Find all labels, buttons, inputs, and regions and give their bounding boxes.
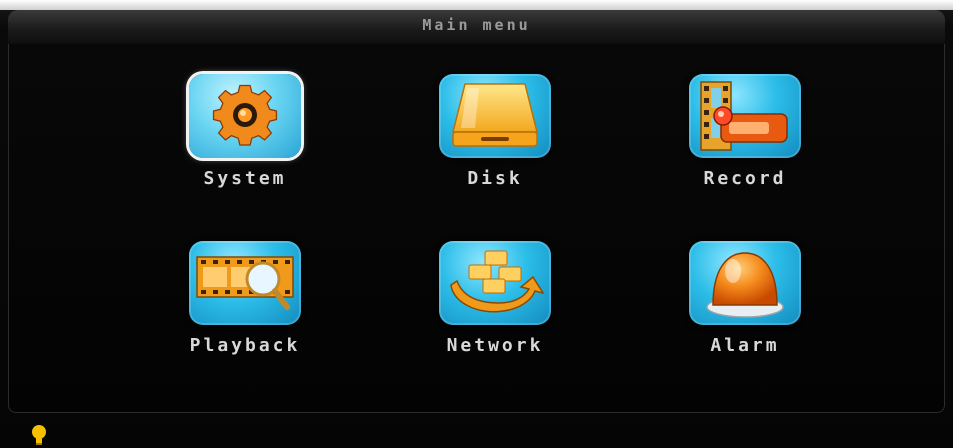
dvr-screen: Main menu System Disk Record Playback Ne… (0, 0, 953, 448)
menu-label-network: Network (446, 335, 544, 356)
window-title: Main menu (422, 16, 531, 34)
menu-label-playback: Playback (189, 335, 301, 356)
screen-bezel (0, 0, 953, 10)
disk-tile[interactable] (439, 74, 551, 158)
menu-item-alarm[interactable]: Alarm (665, 241, 825, 381)
main-menu-panel: System Disk Record Playback Network Alar… (8, 44, 945, 413)
record-tile[interactable] (689, 74, 801, 158)
system-tile[interactable] (189, 74, 301, 158)
menu-label-record: Record (703, 168, 787, 189)
menu-label-alarm: Alarm (710, 335, 780, 356)
disk-icon (452, 83, 538, 147)
menu-item-network[interactable]: Network (415, 241, 575, 381)
menu-label-system: System (203, 168, 287, 189)
menu-item-playback[interactable]: Playback (165, 241, 325, 381)
network-tile[interactable] (439, 241, 551, 325)
gear-icon (212, 84, 278, 146)
network-icon (450, 250, 545, 313)
alarm-icon (706, 252, 784, 318)
menu-label-disk: Disk (467, 168, 523, 189)
alarm-tile[interactable] (689, 241, 801, 325)
menu-item-record[interactable]: Record (665, 74, 825, 214)
lightbulb-icon (32, 425, 46, 445)
record-icon (700, 81, 788, 151)
title-bar: Main menu (8, 10, 945, 45)
playback-tile[interactable] (189, 241, 301, 325)
menu-item-system[interactable]: System (165, 74, 325, 214)
playback-icon (196, 256, 294, 310)
menu-item-disk[interactable]: Disk (415, 74, 575, 214)
